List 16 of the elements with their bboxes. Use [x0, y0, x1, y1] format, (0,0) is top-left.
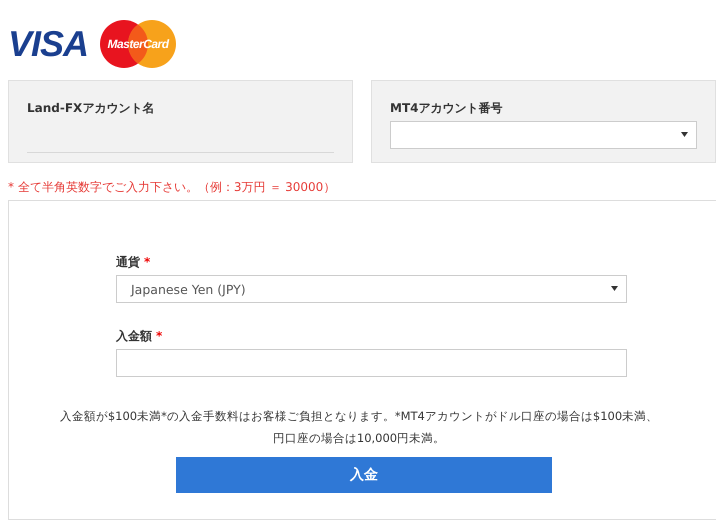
- mastercard-logo: MasterCard: [100, 20, 176, 68]
- select-field[interactable]: [390, 121, 697, 149]
- field-label: 通貨: [116, 255, 140, 269]
- caret-icon: [681, 131, 688, 138]
- required-mark: *: [144, 255, 150, 269]
- input-field[interactable]: [116, 349, 627, 377]
- required-mark: *: [156, 329, 162, 343]
- caret-icon: [611, 285, 618, 292]
- field-label: 入金額: [116, 329, 152, 343]
- submit-button[interactable]: 入金: [176, 457, 552, 493]
- field-label: MT4アカウント番号: [390, 100, 504, 117]
- note-text: * 全て半角英数字でご入力下さい。（例：3万円 ＝ 30000）: [8, 180, 336, 194]
- select-field[interactable]: Japanese Yen (JPY): [116, 275, 627, 303]
- visa-logo: VISA: [8, 26, 88, 62]
- fee-note: 入金額が$100未満*の入金手数料はお客様ご負担となります。*MT4アカウントがドル口座の場合は$100未満、 円口座の場合は10,000円未満。: [58, 408, 660, 447]
- field-label: Land-FXアカウント名: [27, 100, 156, 117]
